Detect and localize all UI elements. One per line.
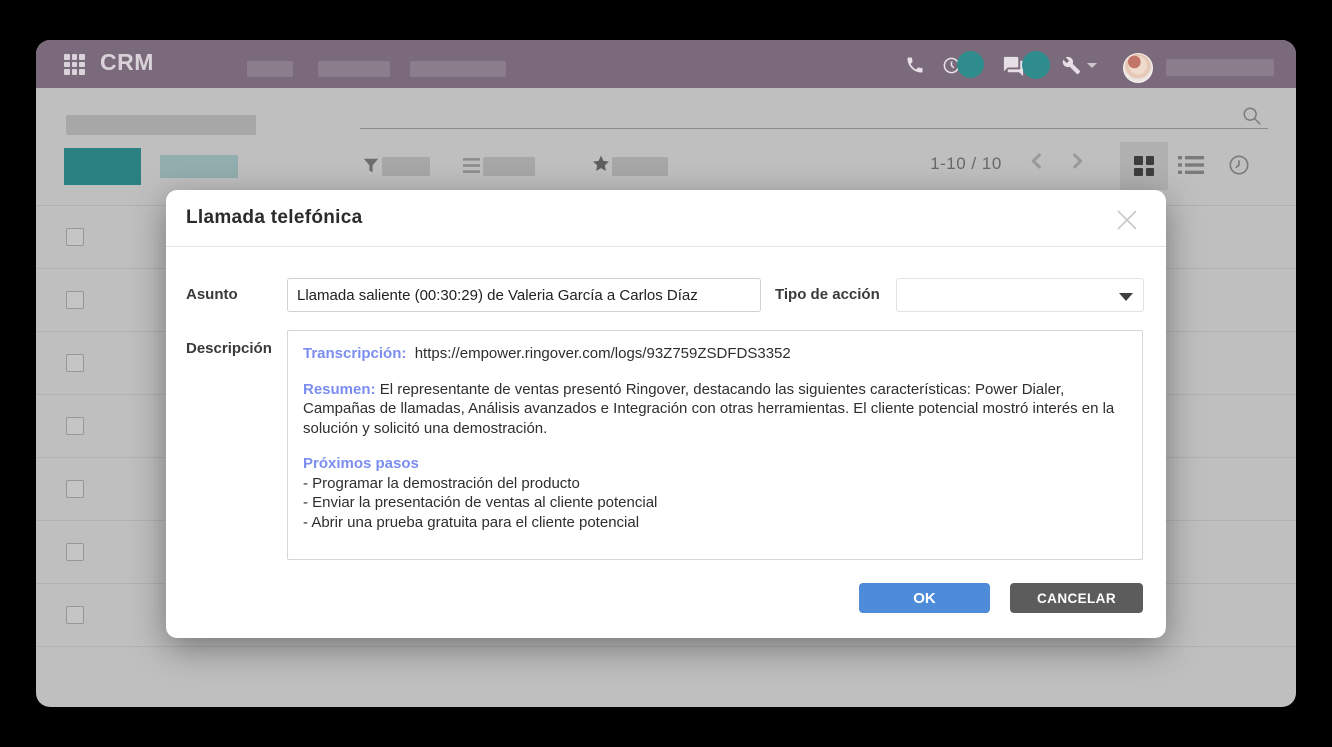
row-checkbox[interactable] xyxy=(66,606,84,624)
ok-button[interactable]: OK xyxy=(859,583,990,613)
next-step-item: - Enviar la presentación de ventas al cl… xyxy=(303,494,657,511)
menu-item-placeholder[interactable] xyxy=(247,61,293,77)
user-avatar[interactable] xyxy=(1123,53,1153,83)
username-placeholder[interactable] xyxy=(1166,59,1274,76)
favorites-label-placeholder[interactable] xyxy=(612,157,668,176)
apps-grid-icon[interactable] xyxy=(64,54,85,75)
next-steps-label: Próximos pasos xyxy=(303,455,419,472)
description-label: Descripción xyxy=(186,340,272,357)
next-step-item: - Abrir una prueba gratuita para el clie… xyxy=(303,514,639,531)
kanban-view-icon[interactable] xyxy=(1120,142,1168,190)
cancel-button[interactable]: CANCELAR xyxy=(1010,583,1143,613)
summary-text: El representante de ventas presentó Ring… xyxy=(303,381,1114,437)
breadcrumb-placeholder xyxy=(66,115,256,135)
activity-view-icon[interactable] xyxy=(1228,154,1250,176)
transcription-label: Transcripción: xyxy=(303,345,406,362)
phone-call-dialog: Llamada telefónica Asunto Tipo de acción… xyxy=(166,190,1166,638)
row-checkbox[interactable] xyxy=(66,543,84,561)
activity-count-badge[interactable] xyxy=(957,51,984,78)
action-type-select[interactable] xyxy=(896,278,1144,312)
menu-item-placeholder[interactable] xyxy=(410,61,506,77)
screenshot-stage: CRM xyxy=(0,0,1332,747)
menu-item-placeholder[interactable] xyxy=(318,61,390,77)
summary-label: Resumen: xyxy=(303,381,376,398)
row-checkbox[interactable] xyxy=(66,480,84,498)
search-input[interactable] xyxy=(360,128,1268,129)
pager-previous-icon[interactable] xyxy=(1026,150,1048,172)
row-checkbox[interactable] xyxy=(66,228,84,246)
group-by-icon[interactable] xyxy=(462,157,481,174)
transcription-line: Transcripción: https://empower.ringover.… xyxy=(303,344,1127,364)
app-title[interactable]: CRM xyxy=(100,49,154,76)
phone-icon[interactable] xyxy=(905,55,925,75)
pager-counter: 1-10 / 10 xyxy=(916,154,1016,174)
filter-icon[interactable] xyxy=(362,156,380,176)
dialog-title: Llamada telefónica xyxy=(186,207,362,229)
description-textarea[interactable]: Transcripción: https://empower.ringover.… xyxy=(287,330,1143,560)
row-checkbox[interactable] xyxy=(66,291,84,309)
top-navbar: CRM xyxy=(36,40,1296,88)
summary-paragraph: Resumen: El representante de ventas pres… xyxy=(303,380,1127,439)
message-count-badge[interactable] xyxy=(1022,51,1050,79)
group-by-label-placeholder[interactable] xyxy=(483,157,535,176)
list-view-icon[interactable] xyxy=(1178,154,1204,176)
row-checkbox[interactable] xyxy=(66,417,84,435)
favorites-star-icon[interactable] xyxy=(591,154,611,174)
action-type-label: Tipo de acción xyxy=(775,286,880,303)
next-step-item: - Programar la demostración del producto xyxy=(303,475,580,492)
tools-icon[interactable] xyxy=(1062,56,1081,75)
app-window: CRM xyxy=(36,40,1296,707)
close-icon[interactable] xyxy=(1114,207,1140,233)
pager-next-icon[interactable] xyxy=(1066,150,1088,172)
next-steps-block: Próximos pasos - Programar la demostraci… xyxy=(303,454,1127,532)
chevron-down-icon xyxy=(1119,293,1133,301)
row-checkbox[interactable] xyxy=(66,354,84,372)
subject-input[interactable] xyxy=(287,278,761,312)
subject-label: Asunto xyxy=(186,286,238,303)
transcription-url: https://empower.ringover.com/logs/93Z759… xyxy=(415,345,791,362)
dialog-header: Llamada telefónica xyxy=(166,190,1166,247)
tools-dropdown-caret-icon[interactable] xyxy=(1087,63,1097,68)
filter-label-placeholder[interactable] xyxy=(382,157,430,176)
primary-action-button[interactable] xyxy=(64,148,141,185)
secondary-action-button[interactable] xyxy=(160,155,238,178)
search-icon[interactable] xyxy=(1241,105,1263,127)
